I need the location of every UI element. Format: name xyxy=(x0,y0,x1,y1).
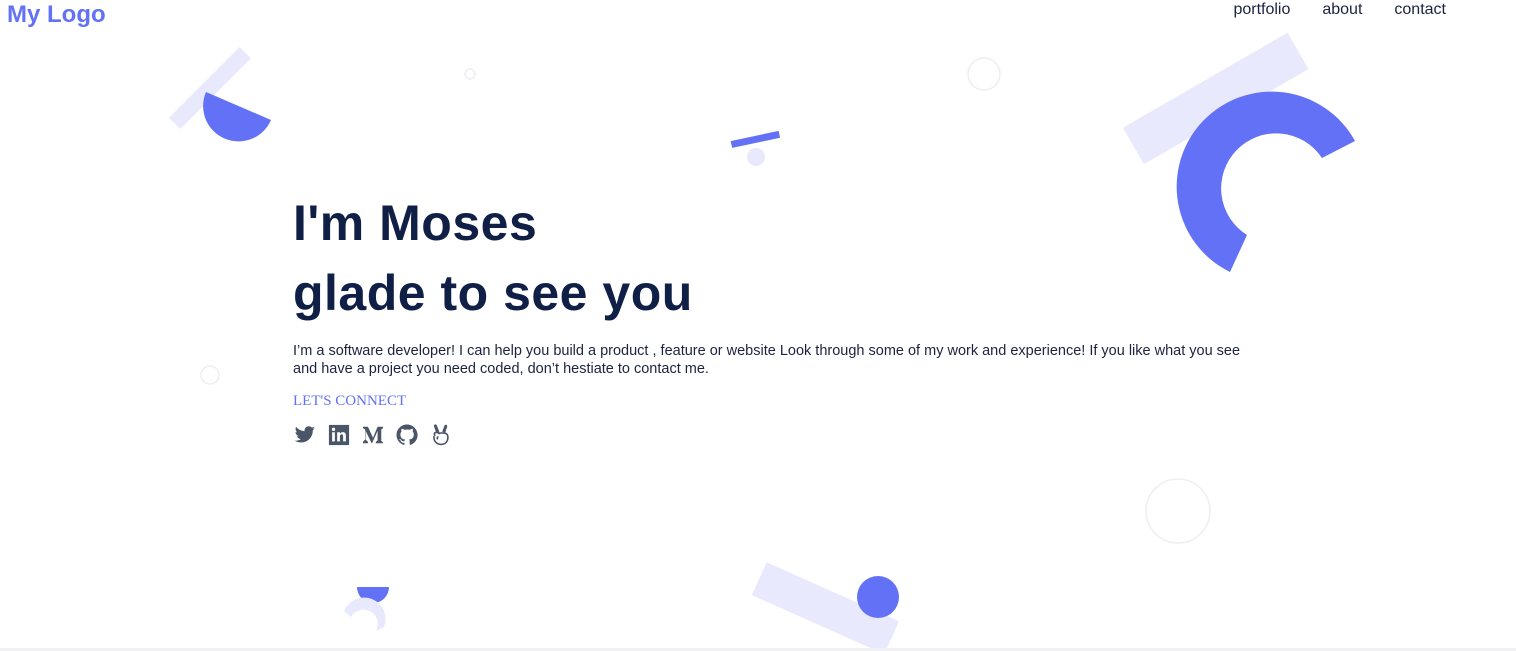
angellist-icon[interactable] xyxy=(429,423,453,447)
hero-section: I'm Moses glade to see you I’m a softwar… xyxy=(293,188,1253,447)
medium-icon[interactable] xyxy=(361,423,385,447)
decor-bar-topleft xyxy=(168,46,252,130)
main-nav: portfolio about contact xyxy=(1201,0,1446,20)
hero-description: I’m a software developer! I can help you… xyxy=(293,343,1241,377)
decor-light-dot xyxy=(747,148,765,166)
social-links xyxy=(293,423,1253,447)
decor-half-circle-topleft xyxy=(203,92,271,142)
github-icon[interactable] xyxy=(395,423,419,447)
linkedin-icon[interactable] xyxy=(327,423,351,447)
decor-circle-bottom xyxy=(857,576,899,618)
twitter-icon[interactable] xyxy=(293,423,317,447)
hero-title-line1: I'm Moses xyxy=(293,195,538,251)
nav-link-about[interactable]: about xyxy=(1322,0,1362,20)
hero-title-line2: glade to see you xyxy=(293,265,693,321)
logo-link[interactable]: My Logo xyxy=(7,1,106,29)
decor-outline-circle-left xyxy=(200,365,220,385)
decor-small-circle xyxy=(464,68,476,80)
nav-link-portfolio[interactable]: portfolio xyxy=(1233,0,1290,20)
lets-connect-link[interactable]: LET'S CONNECT xyxy=(293,393,406,410)
decor-bar-topright xyxy=(1122,32,1309,165)
decor-half-circle-bottom xyxy=(357,587,389,603)
decor-small-bar xyxy=(730,130,781,148)
hero-title: I'm Moses glade to see you xyxy=(293,188,1253,328)
page: My Logo portfolio about contact I'm Mose… xyxy=(0,0,1516,651)
decor-bar-bottom xyxy=(751,562,900,651)
nav-link-contact[interactable]: contact xyxy=(1394,0,1446,20)
decor-outline-circle-top xyxy=(967,57,1001,91)
decor-arc-bottom-left xyxy=(344,597,386,631)
decor-outline-circle-bottom xyxy=(1145,478,1211,544)
